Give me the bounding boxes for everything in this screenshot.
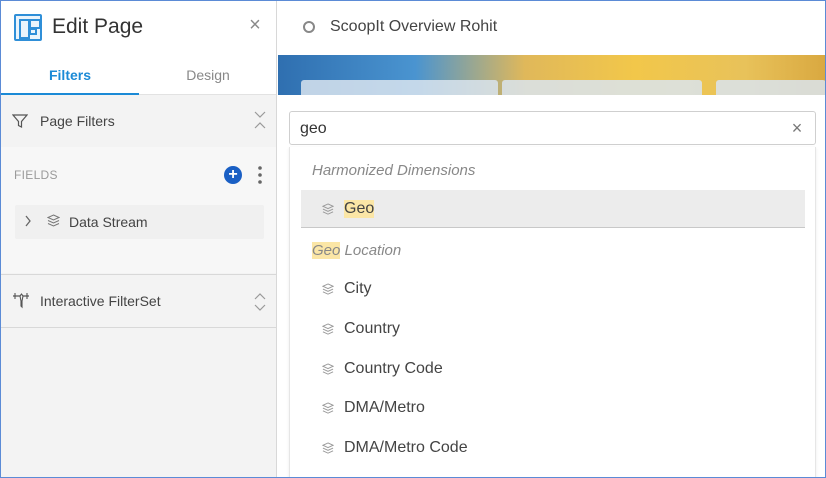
page-title: ScoopIt Overview Rohit [330,18,498,35]
banner-image [278,55,825,95]
panel-header: Edit Page × [1,1,276,55]
cube-stack-icon [322,203,334,215]
banner-card [301,80,498,95]
list-item-geo[interactable]: Geo [301,190,805,228]
interactive-filterset-section-header[interactable]: Interactive FilterSet [1,274,276,328]
list-item-label: DMA/Metro Code [344,439,468,456]
add-field-button[interactable]: + [224,166,242,184]
more-options-icon[interactable] [256,165,264,185]
tab-filters[interactable]: Filters [1,55,139,95]
list-item-label: Geo [344,200,375,218]
cube-stack-icon [322,442,334,454]
page-header: ScoopIt Overview Rohit [278,1,825,55]
cube-stack-icon [322,283,334,295]
filter-funnel-icon [12,114,28,128]
canvas-area: ScoopIt Overview Rohit × Harmonized Dime… [278,1,825,477]
search-results-dropdown: Harmonized Dimensions Geo Geo Location C… [289,147,816,477]
close-icon[interactable]: × [246,15,264,35]
expand-toggle-icon[interactable] [253,291,267,313]
list-item-label: DMA/Metro [344,399,425,416]
list-item-label: City [344,280,372,297]
cube-stack-icon [322,402,334,414]
collapse-toggle-icon[interactable] [253,110,267,130]
edit-page-panel: Edit Page × Filters Design Page Filters … [1,1,277,477]
interactive-filterset-title: Interactive FilterSet [40,293,161,309]
group-label-harmonized-dimensions: Harmonized Dimensions [312,162,476,179]
tab-design[interactable]: Design [139,55,277,95]
list-item-country[interactable]: Country [301,310,805,348]
page-filters-title: Page Filters [40,113,115,129]
list-item-dma-metro[interactable]: DMA/Metro [301,389,805,427]
fields-area: FIELDS + Data Stream [1,147,276,273]
interactive-filter-icon [13,293,29,309]
status-circle-icon [303,21,315,33]
fields-label: FIELDS [14,168,58,182]
cube-stack-icon [47,214,60,227]
list-item-dma-metro-code[interactable]: DMA/Metro Code [301,429,805,467]
group-label-rest: Location [340,242,402,259]
field-row-data-stream[interactable]: Data Stream [15,205,264,239]
list-item-country-code[interactable]: Country Code [301,350,805,388]
panel-tabs: Filters Design [1,55,276,95]
banner-card [502,80,702,95]
search-match-highlight: Geo [312,242,341,259]
edit-page-window: Edit Page × Filters Design Page Filters … [0,0,826,478]
field-label: Data Stream [69,214,148,230]
list-item-label: Country Code [344,360,443,377]
page-layout-icon [14,14,42,41]
search-input[interactable] [300,118,770,140]
cube-stack-icon [322,363,334,375]
page-filters-section-header[interactable]: Page Filters [1,96,276,146]
chevron-right-icon[interactable] [23,213,33,229]
panel-title: Edit Page [52,15,144,38]
banner-card [716,80,825,95]
cube-stack-icon [322,323,334,335]
field-search-box[interactable]: × [289,111,816,145]
clear-icon[interactable]: × [789,119,805,137]
list-item-label: Country [344,320,401,337]
list-item-city[interactable]: City [301,270,805,308]
group-label-geo-location: Geo Location [312,242,401,259]
